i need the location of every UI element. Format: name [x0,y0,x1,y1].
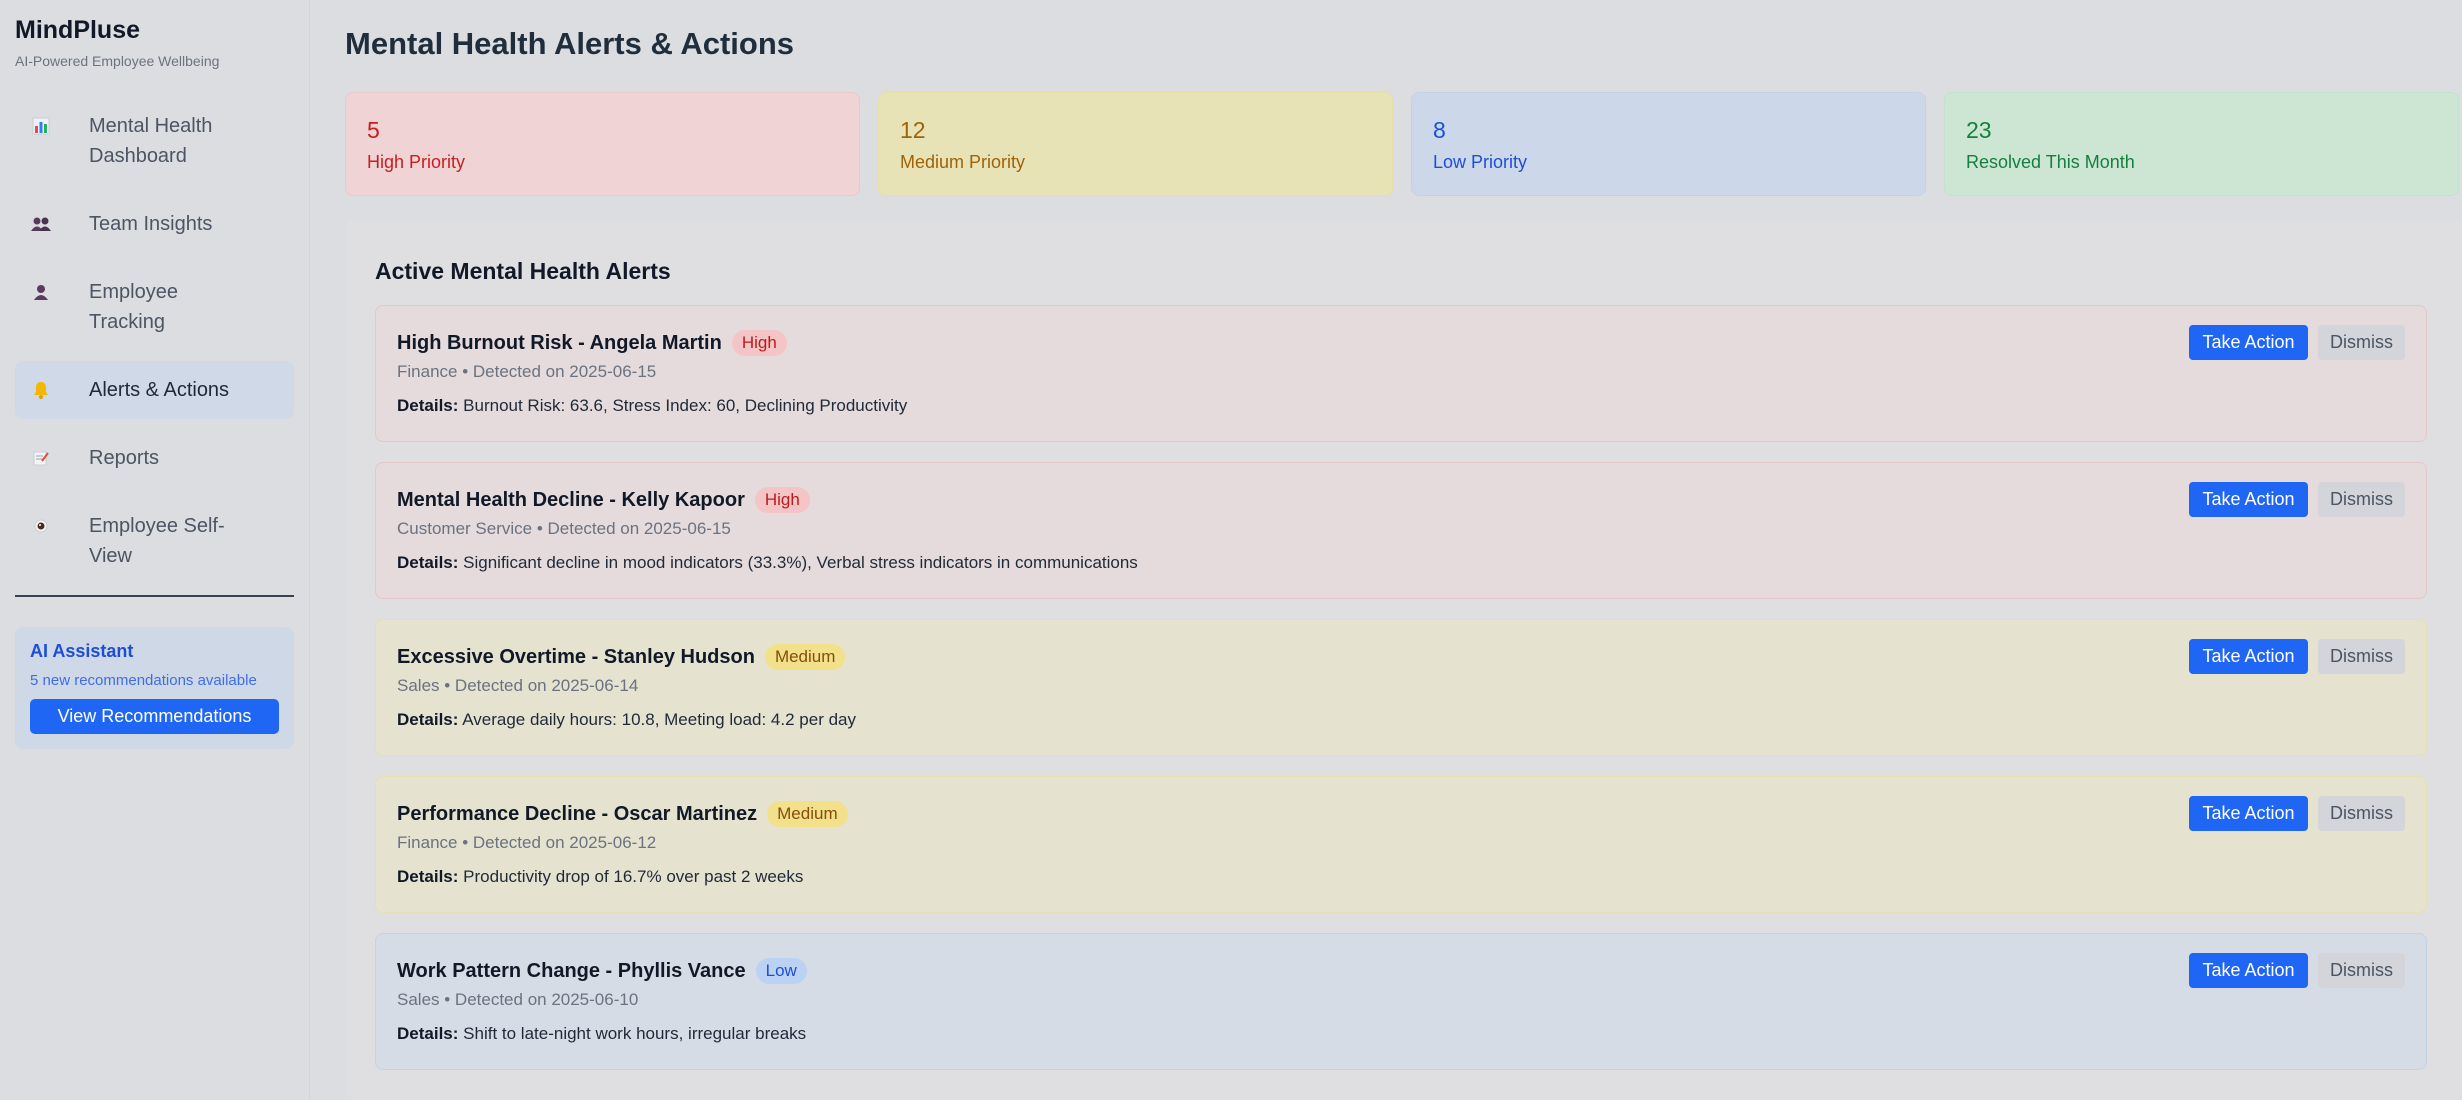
sidebar-item-team-insights[interactable]: Team Insights [15,195,294,253]
details-label: Details: [397,710,459,729]
details-text: Productivity drop of 16.7% over past 2 w… [463,867,804,886]
alert-card: Performance Decline - Oscar Martinez Med… [375,776,2427,913]
sidebar-item-label: Employee Self-View [89,515,225,567]
sidebar-item-label: Employee Tracking [89,281,178,333]
stat-label: High Priority [367,152,466,172]
users-icon [31,209,51,239]
alert-details: Details: Average daily hours: 10.8, Meet… [397,710,2405,730]
alert-meta: Sales • Detected on 2025-06-10 [397,990,639,1009]
details-text: Shift to late-night work hours, irregula… [463,1024,807,1043]
ai-assistant-subtitle: 5 new recommendations available [30,672,257,689]
alerts-panel-title: Active Mental Health Alerts [375,258,671,284]
alert-meta: Customer Service • Detected on 2025-06-1… [397,519,731,538]
alerts-list: High Burnout Risk - Angela Martin High F… [375,305,2432,1070]
view-recommendations-button[interactable]: View Recommendations [30,699,279,734]
stat-value: 5 [367,117,380,143]
page-title: Mental Health Alerts & Actions [345,26,795,61]
sidebar-divider [15,595,294,597]
brand-name: MindPluse [15,16,141,44]
stat-value: 12 [900,117,926,143]
stat-label: Low Priority [1433,152,1528,172]
stat-card-low-priority: 8 Low Priority [1411,92,1926,196]
alert-title: Performance Decline - Oscar Martinez [397,802,758,825]
stat-label: Medium Priority [900,152,1026,172]
alert-meta: Finance • Detected on 2025-06-12 [397,833,657,852]
alerts-panel: Active Mental Health Alerts High Burnout… [345,220,2462,1100]
alert-meta: Sales • Detected on 2025-06-14 [397,676,639,695]
user-icon [31,277,51,307]
dismiss-button[interactable]: Dismiss [2318,325,2405,360]
take-action-button[interactable]: Take Action [2189,482,2308,517]
sidebar-nav: Mental Health Dashboard Team Insights Em… [15,97,294,585]
alert-details: Details: Significant decline in mood ind… [397,553,2405,573]
stat-value: 8 [1433,117,1446,143]
sidebar-item-employee-self-view[interactable]: Employee Self-View [15,497,294,585]
sidebar-item-label: Mental Health Dashboard [89,115,213,167]
alert-meta: Finance • Detected on 2025-06-15 [397,362,657,381]
alert-details: Details: Productivity drop of 16.7% over… [397,867,2405,887]
alert-card: High Burnout Risk - Angela Martin High F… [375,305,2427,442]
dismiss-button[interactable]: Dismiss [2318,482,2405,517]
alert-details: Details: Burnout Risk: 63.6, Stress Inde… [397,396,2405,416]
ai-assistant-card: AI Assistant 5 new recommendations avail… [15,627,294,749]
eye-icon [31,511,51,541]
stat-label: Resolved This Month [1966,152,2135,172]
stats-row: 5 High Priority 12 Medium Priority 8 Low… [345,92,2462,196]
take-action-button[interactable]: Take Action [2189,639,2308,674]
brand-tagline: AI-Powered Employee Wellbeing [15,53,220,69]
details-text: Average daily hours: 10.8, Meeting load:… [462,710,856,729]
alert-card: Work Pattern Change - Phyllis Vance Low … [375,933,2427,1070]
stat-value: 23 [1966,117,1992,143]
take-action-button[interactable]: Take Action [2189,796,2308,831]
alert-details: Details: Shift to late-night work hours,… [397,1024,2405,1044]
details-label: Details: [397,396,459,415]
stat-card-medium-priority: 12 Medium Priority [878,92,1393,196]
priority-badge: High [731,330,787,356]
take-action-button[interactable]: Take Action [2189,325,2308,360]
alert-title: High Burnout Risk - Angela Martin [397,331,722,354]
sidebar-item-mental-health-dashboard[interactable]: Mental Health Dashboard [15,97,294,185]
bell-icon [31,375,51,405]
priority-badge: High [754,487,810,513]
bar-chart-icon [31,111,51,141]
memo-icon [31,443,51,473]
alert-card: Excessive Overtime - Stanley Hudson Medi… [375,619,2427,756]
sidebar: MindPluse AI-Powered Employee Wellbeing … [0,0,310,1100]
dismiss-button[interactable]: Dismiss [2318,953,2405,988]
sidebar-item-alerts-actions[interactable]: Alerts & Actions [15,361,294,419]
sidebar-item-employee-tracking[interactable]: Employee Tracking [15,263,294,351]
stat-card-high-priority: 5 High Priority [345,92,860,196]
dismiss-button[interactable]: Dismiss [2318,796,2405,831]
sidebar-item-label: Alerts & Actions [89,379,230,401]
details-label: Details: [397,867,459,886]
alert-title: Excessive Overtime - Stanley Hudson [397,645,755,668]
details-label: Details: [397,553,459,572]
sidebar-item-reports[interactable]: Reports [15,429,294,487]
take-action-button[interactable]: Take Action [2189,953,2308,988]
sidebar-item-label: Reports [89,447,160,469]
details-text: Burnout Risk: 63.6, Stress Index: 60, De… [463,396,908,415]
alert-card: Mental Health Decline - Kelly Kapoor Hig… [375,462,2427,599]
priority-badge: Low [755,958,807,984]
details-label: Details: [397,1024,459,1043]
ai-assistant-title: AI Assistant [30,641,134,661]
details-text: Significant decline in mood indicators (… [463,553,1138,572]
priority-badge: Medium [764,644,846,670]
stat-card-resolved: 23 Resolved This Month [1944,92,2459,196]
alert-title: Mental Health Decline - Kelly Kapoor [397,488,745,511]
alert-title: Work Pattern Change - Phyllis Vance [397,959,746,982]
dismiss-button[interactable]: Dismiss [2318,639,2405,674]
priority-badge: Medium [767,801,848,827]
sidebar-item-label: Team Insights [89,213,213,235]
